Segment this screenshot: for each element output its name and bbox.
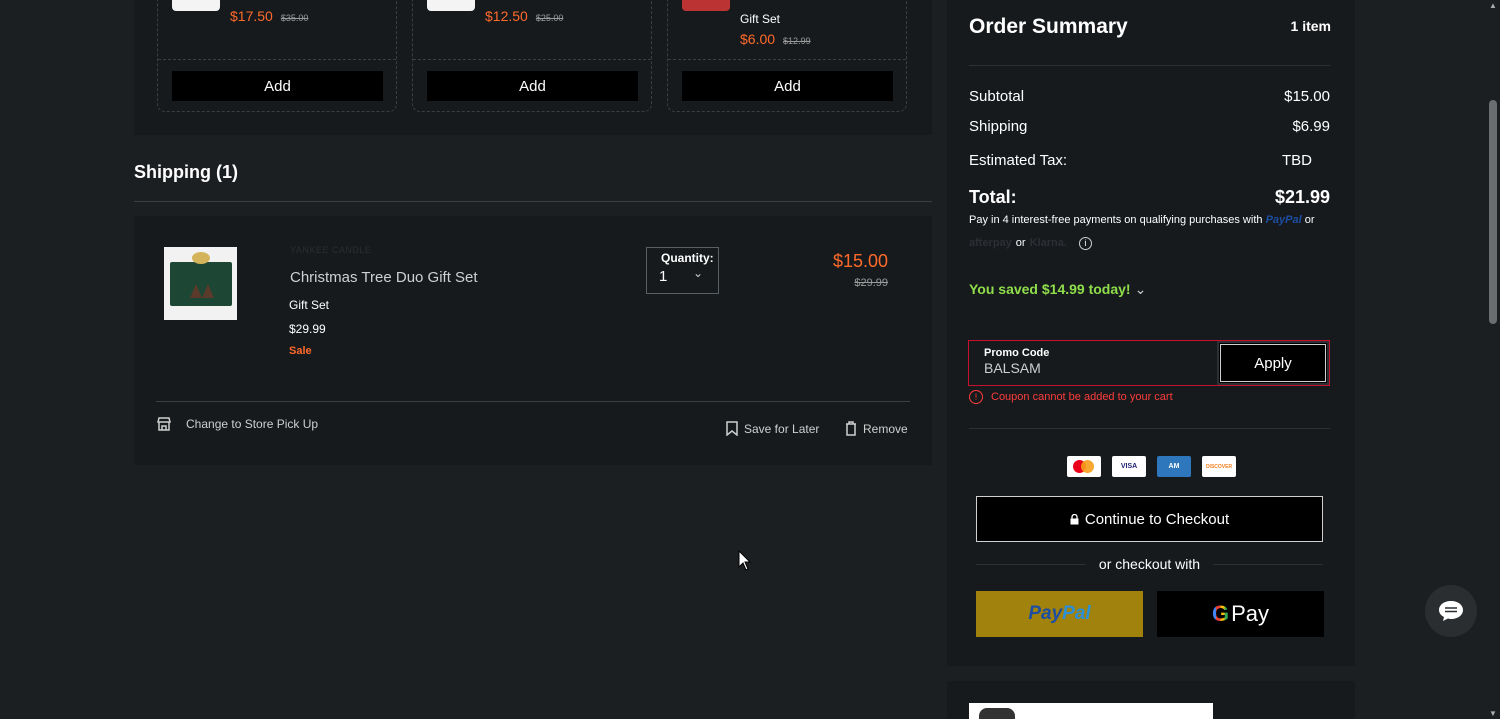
store-pickup-link[interactable]: Change to Store Pick Up <box>156 416 318 432</box>
paypal-logo: PayPal <box>1265 214 1302 226</box>
shipping-value: $6.99 <box>1292 118 1330 135</box>
add-button[interactable]: Add <box>172 71 383 101</box>
promo-error: ! Coupon cannot be added to your cart <box>969 390 1173 404</box>
product-thumbnail[interactable] <box>427 0 475 11</box>
side-lower-panel <box>947 681 1355 719</box>
or-text: or <box>1015 237 1026 249</box>
total-value: $21.99 <box>1274 187 1330 207</box>
error-icon: ! <box>969 390 983 404</box>
shipping-label: Shipping <box>969 118 1028 135</box>
total-row: Total: $21.99 <box>969 187 1330 208</box>
chevron-down-icon: ⌄ <box>1134 281 1147 297</box>
info-icon[interactable]: i <box>1078 236 1092 250</box>
chat-icon <box>1439 601 1463 621</box>
afterpay-logo: afterpay <box>969 237 1012 249</box>
tax-row: Estimated Tax: TBD <box>969 152 1330 169</box>
reco-card: Gift Set $6.00 $12.99 Add <box>667 0 907 112</box>
recommendations-strip: $17.50 $35.00 Add $12.50 $25.00 Add Gift… <box>134 0 932 135</box>
scroll-down-icon[interactable]: ▼ <box>1489 709 1497 718</box>
google-pay-button[interactable]: G Pay <box>1157 591 1324 637</box>
reco-price: $6.00 <box>740 31 776 47</box>
product-image[interactable] <box>164 247 237 320</box>
reco-original-price: $35.00 <box>280 13 309 23</box>
mouse-cursor-icon <box>738 550 752 571</box>
payment-cards: VISA AM DISCOVER <box>1067 456 1236 477</box>
item-price: $15.00 <box>832 251 888 271</box>
item-count: 1 item <box>1290 18 1331 34</box>
mastercard-icon <box>1067 456 1101 477</box>
gpay-label: Pay <box>1231 601 1270 626</box>
brand-logo: YANKEE CANDLE <box>290 245 372 255</box>
save-for-later-label: Save for Later <box>744 421 820 436</box>
save-for-later-link[interactable]: Save for Later <box>726 421 819 436</box>
page-scrollbar[interactable]: ▲ ▼ <box>1486 0 1500 719</box>
tax-value: TBD <box>1282 152 1312 169</box>
checkout-label: Continue to Checkout <box>1084 510 1230 528</box>
trash-icon <box>846 421 856 436</box>
visa-icon: VISA <box>1112 456 1146 477</box>
klarna-logo: Klarna. <box>1029 237 1067 249</box>
promo-code-box: Promo Code Apply <box>968 340 1330 386</box>
reco-type: Gift Set <box>740 12 781 26</box>
product-thumbnail[interactable] <box>682 0 730 11</box>
subtotal-label: Subtotal <box>969 88 1025 105</box>
order-summary-panel: Order Summary 1 item Subtotal $15.00 Shi… <box>947 0 1355 666</box>
paypal-button[interactable]: PayPal <box>976 591 1143 637</box>
amex-icon: AM <box>1157 456 1191 477</box>
continue-to-checkout-button[interactable]: Continue to Checkout <box>976 496 1323 542</box>
product-thumbnail[interactable] <box>172 0 220 11</box>
bookmark-icon <box>726 421 738 436</box>
subtotal-value: $15.00 <box>1284 88 1330 105</box>
reco-price: $12.50 <box>485 8 528 24</box>
reco-price: $17.50 <box>230 8 273 24</box>
tax-label: Estimated Tax: <box>969 152 1068 169</box>
installment-message: Pay in 4 interest-free payments on quali… <box>969 213 1339 250</box>
store-pickup-label: Change to Store Pick Up <box>186 417 319 431</box>
product-type: Gift Set <box>289 298 330 312</box>
add-button[interactable]: Add <box>682 71 893 101</box>
or-text: or <box>1304 214 1315 226</box>
reco-original-price: $12.99 <box>783 36 811 46</box>
scroll-up-icon[interactable]: ▲ <box>1489 1 1497 10</box>
paypal-word-pay: Pay <box>1028 603 1063 624</box>
product-name[interactable]: Christmas Tree Duo Gift Set <box>290 269 478 286</box>
total-label: Total: <box>969 187 1017 207</box>
quantity-value: 1 <box>659 268 668 285</box>
scrollbar-thumb[interactable] <box>1489 100 1497 324</box>
add-button[interactable]: Add <box>427 71 638 101</box>
order-summary-title: Order Summary <box>969 15 1128 38</box>
promo-code-input[interactable] <box>984 360 1184 376</box>
paypal-word-pal: Pal <box>1062 603 1091 624</box>
promo-label: Promo Code <box>984 347 1050 359</box>
item-original-price: $29.99 <box>854 277 888 289</box>
discover-icon: DISCOVER <box>1202 456 1236 477</box>
store-icon <box>157 417 171 431</box>
lock-icon <box>1070 513 1079 524</box>
installment-text: Pay in 4 interest-free payments on quali… <box>969 214 1263 226</box>
quantity-select[interactable]: Quantity: 1 ⌄ <box>646 247 719 294</box>
reco-card: $17.50 $35.00 Add <box>157 0 397 112</box>
savings-toggle[interactable]: You saved $14.99 today! ⌄ <box>969 281 1146 298</box>
apply-button[interactable]: Apply <box>1217 341 1329 385</box>
chat-button[interactable] <box>1425 585 1477 637</box>
remove-label: Remove <box>863 421 908 436</box>
reco-original-price: $25.00 <box>535 13 564 23</box>
savings-text: You saved $14.99 today! <box>969 281 1131 297</box>
chevron-down-icon: ⌄ <box>693 266 704 280</box>
reco-card: $12.50 $25.00 Add <box>412 0 652 112</box>
subtotal-row: Subtotal $15.00 <box>969 88 1330 105</box>
or-checkout-with: or checkout with <box>976 556 1323 572</box>
quantity-label: Quantity: <box>661 251 714 265</box>
promo-error-text: Coupon cannot be added to your cart <box>991 391 1173 403</box>
promo-banner-image[interactable] <box>969 703 1213 719</box>
cart-page: $17.50 $35.00 Add $12.50 $25.00 Add Gift… <box>0 0 1500 719</box>
remove-link[interactable]: Remove <box>845 421 908 436</box>
google-g-icon: G <box>1211 601 1230 626</box>
shipping-heading: Shipping (1) <box>134 162 238 182</box>
cart-line-item: YANKEE CANDLE Christmas Tree Duo Gift Se… <box>134 216 932 465</box>
sale-badge: Sale <box>289 345 312 357</box>
shipping-row: Shipping $6.99 <box>969 118 1330 135</box>
product-list-price: $29.99 <box>289 322 326 336</box>
